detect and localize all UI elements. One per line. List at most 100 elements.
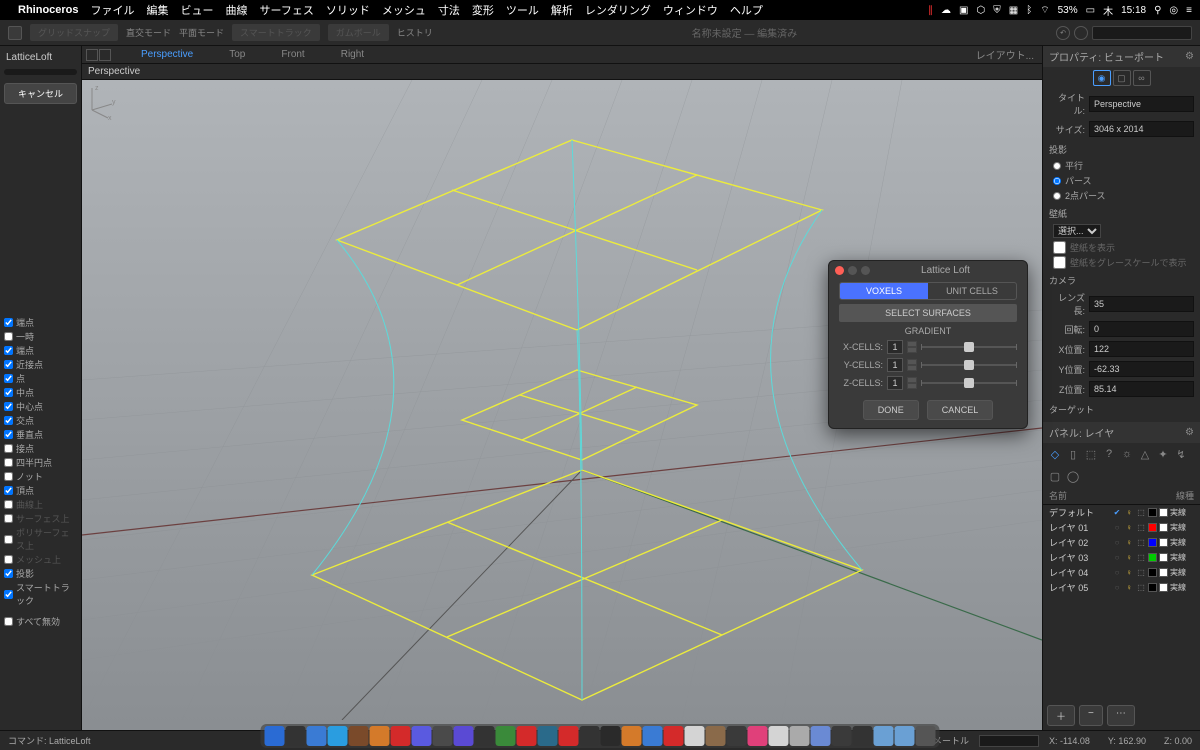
layer-panel-icon[interactable]: ▢ xyxy=(1047,468,1063,484)
dock-app-icon[interactable] xyxy=(433,726,453,746)
dock-app-icon[interactable] xyxy=(496,726,516,746)
menu-analyze[interactable]: 解析 xyxy=(551,2,573,18)
wallpaper-select[interactable]: 選択... xyxy=(1053,224,1101,238)
cancel-dialog-button[interactable]: CANCEL xyxy=(927,400,994,420)
box-icon[interactable]: ⬚ xyxy=(1083,446,1099,462)
dock-app-icon[interactable] xyxy=(622,726,642,746)
dock-app-icon[interactable] xyxy=(412,726,432,746)
proj-parallel-radio[interactable] xyxy=(1053,162,1061,170)
shield-icon[interactable]: ⛨ xyxy=(993,5,1001,16)
select-tool-icon[interactable] xyxy=(8,26,22,40)
osnap-item[interactable]: 端点 xyxy=(4,316,77,329)
mode-planar[interactable]: 平面モード xyxy=(179,26,224,39)
layer-row[interactable]: レイヤ 01 ○ ♀ ⬚ 実線 xyxy=(1043,520,1200,535)
osnap-item[interactable]: 投影 xyxy=(4,567,77,580)
osnap-checkbox[interactable] xyxy=(4,535,13,544)
osnap-item[interactable]: ポリサーフェス上 xyxy=(4,526,77,552)
menu-help[interactable]: ヘルプ xyxy=(730,2,763,18)
osnap-item[interactable]: 点 xyxy=(4,372,77,385)
ycells-slider[interactable] xyxy=(921,359,1017,371)
cancel-button[interactable]: キャンセル xyxy=(4,83,77,104)
dock-app-icon[interactable] xyxy=(790,726,810,746)
notification-icon[interactable]: ≡ xyxy=(1186,5,1192,16)
mode-ortho[interactable]: 直交モード xyxy=(126,26,171,39)
layer-material-swatch[interactable] xyxy=(1159,538,1168,547)
add-layer-button[interactable]: ＋ xyxy=(1047,705,1075,726)
dock-app-icon[interactable] xyxy=(727,726,747,746)
osnap-checkbox[interactable] xyxy=(4,514,13,523)
osnap-checkbox[interactable] xyxy=(4,444,13,453)
dock-app-icon[interactable] xyxy=(853,726,873,746)
layer-color-swatch[interactable] xyxy=(1148,508,1157,517)
gear-icon[interactable]: ⚙ xyxy=(1185,427,1194,438)
camera-field[interactable]: 85.14 xyxy=(1089,381,1194,397)
layer-material-swatch[interactable] xyxy=(1159,553,1168,562)
tab-voxels[interactable]: VOXELS xyxy=(840,283,928,299)
cplane-field[interactable] xyxy=(979,735,1039,747)
osnap-item[interactable]: 近接点 xyxy=(4,358,77,371)
osnap-disable-all[interactable]: すべて無効 xyxy=(4,615,77,628)
dock-app-icon[interactable] xyxy=(517,726,537,746)
wifi-icon[interactable]: ⌔ xyxy=(1040,4,1049,17)
layer-options-button[interactable]: ⋯ xyxy=(1107,705,1135,726)
osnap-checkbox[interactable] xyxy=(4,346,13,355)
dock-app-icon[interactable] xyxy=(748,726,768,746)
camera-field[interactable]: -62.33 xyxy=(1089,361,1194,377)
battery-percent[interactable]: 53% xyxy=(1058,5,1078,16)
layer-color-swatch[interactable] xyxy=(1148,538,1157,547)
layer-row[interactable]: レイヤ 04 ○ ♀ ⬚ 実線 xyxy=(1043,565,1200,580)
menu-curve[interactable]: 曲線 xyxy=(226,2,248,18)
prop-tab-material-icon[interactable]: ▢ xyxy=(1113,70,1131,86)
camera-field[interactable]: 35 xyxy=(1089,296,1194,312)
osnap-checkbox[interactable] xyxy=(4,360,13,369)
video-icon[interactable]: ▣ xyxy=(959,5,968,16)
battery-icon[interactable]: ▭ xyxy=(1086,5,1095,16)
osnap-item[interactable]: サーフェス上 xyxy=(4,512,77,525)
delete-layer-button[interactable]: − xyxy=(1079,705,1103,726)
clock-day[interactable]: 木 xyxy=(1103,3,1113,18)
prop-tab-link-icon[interactable]: ∞ xyxy=(1133,70,1151,86)
tab-right[interactable]: Right xyxy=(323,47,382,62)
current-layer-icon[interactable]: ○ xyxy=(1112,553,1122,563)
menu-window[interactable]: ウィンドウ xyxy=(663,2,718,18)
osnap-item[interactable]: ノット xyxy=(4,470,77,483)
pause-icon[interactable]: ∥ xyxy=(928,5,933,16)
lock-icon[interactable]: ⬚ xyxy=(1136,508,1146,518)
ycells-stepper[interactable] xyxy=(907,359,917,371)
prop-tab-viewport-icon[interactable]: ◉ xyxy=(1093,70,1111,86)
gear-icon[interactable]: ⚙ xyxy=(1185,51,1194,62)
leaf-icon[interactable]: ✦ xyxy=(1155,446,1171,462)
layers-icon[interactable]: ◇ xyxy=(1047,446,1063,462)
layer-color-swatch[interactable] xyxy=(1148,553,1157,562)
layer-row[interactable]: レイヤ 05 ○ ♀ ⬚ 実線 xyxy=(1043,580,1200,595)
tab-unit-cells[interactable]: UNIT CELLS xyxy=(928,283,1016,299)
layer-row[interactable]: レイヤ 03 ○ ♀ ⬚ 実線 xyxy=(1043,550,1200,565)
osnap-item[interactable]: 中点 xyxy=(4,386,77,399)
sun-icon[interactable]: ☼ xyxy=(1119,446,1135,462)
camera-field[interactable]: 0 xyxy=(1089,321,1194,337)
mode-smarttrack[interactable]: スマートトラック xyxy=(232,24,320,41)
lock-icon[interactable]: ⬚ xyxy=(1136,538,1146,548)
osnap-item[interactable]: 四半円点 xyxy=(4,456,77,469)
dock-app-icon[interactable] xyxy=(811,726,831,746)
osnap-item[interactable]: 一時 xyxy=(4,330,77,343)
layer-material-swatch[interactable] xyxy=(1159,523,1168,532)
ycells-field[interactable]: 1 xyxy=(887,358,903,372)
tab-front[interactable]: Front xyxy=(263,47,322,62)
bluetooth-icon[interactable]: ᛒ xyxy=(1026,5,1032,16)
osnap-checkbox[interactable] xyxy=(4,590,13,599)
lock-icon[interactable]: ⬚ xyxy=(1136,583,1146,593)
osnap-checkbox[interactable] xyxy=(4,458,13,467)
help-icon[interactable]: ? xyxy=(1101,446,1117,462)
dock-app-icon[interactable] xyxy=(538,726,558,746)
layer-material-swatch[interactable] xyxy=(1159,508,1168,517)
lock-icon[interactable]: ⬚ xyxy=(1136,553,1146,563)
camera-field[interactable]: 122 xyxy=(1089,341,1194,357)
dock-app-icon[interactable] xyxy=(328,726,348,746)
tab-top[interactable]: Top xyxy=(211,47,263,62)
current-layer-icon[interactable]: ○ xyxy=(1112,568,1122,578)
current-layer-icon[interactable]: ○ xyxy=(1112,538,1122,548)
osnap-checkbox[interactable] xyxy=(4,318,13,327)
dock-app-icon[interactable] xyxy=(349,726,369,746)
zcells-field[interactable]: 1 xyxy=(887,376,903,390)
